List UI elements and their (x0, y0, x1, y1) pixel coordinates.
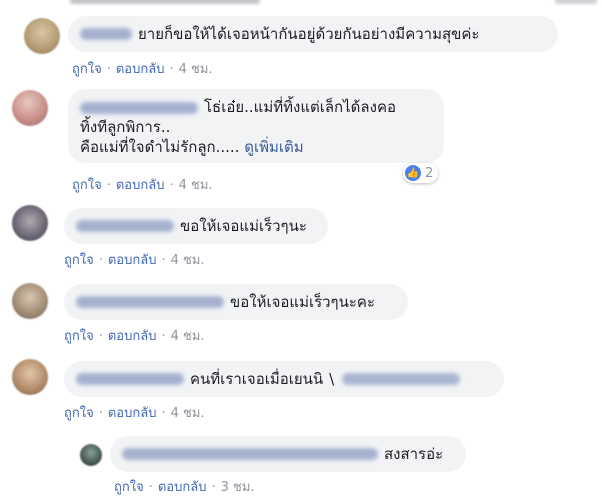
like-link[interactable]: ถูกใจ (72, 178, 102, 193)
comment-line: โธ่เอ๋ย..แม่ที่ทิ้งแต่เล็กได้ลงคอ (80, 97, 432, 117)
commenter-name[interactable] (122, 448, 378, 460)
reply-link[interactable]: ตอบกลับ (116, 178, 165, 193)
comment-text: โธ่เอ๋ย..แม่ที่ทิ้งแต่เล็กได้ลงคอ (204, 98, 396, 116)
timestamp[interactable]: 4 ชม. (179, 62, 213, 77)
timestamp[interactable]: 4 ชม. (171, 406, 205, 421)
thumbs-up-icon: 👍 (405, 165, 421, 181)
reaction-count[interactable]: 👍 2 (403, 163, 439, 183)
avatar[interactable] (12, 283, 48, 319)
commenter-name[interactable] (76, 373, 184, 385)
commenter-name[interactable] (76, 220, 174, 232)
comment-actions: ถูกใจ · ตอบกลับ · 4 ชม. (72, 178, 213, 193)
comment-actions: ถูกใจ · ตอบกลับ · 4 ชม. (72, 62, 213, 77)
comment-bubble: ขอให้เจอแม่เร็วๆนะ (64, 208, 328, 244)
comment-bubble: คนที่เราเจอเมื่อเยนนิ \ (64, 361, 504, 397)
reply-link[interactable]: ตอบกลับ (108, 253, 157, 268)
avatar[interactable] (12, 359, 48, 395)
comment-actions: ถูกใจ · ตอบกลับ · 4 ชม. (64, 406, 205, 421)
comment-line: คือแม่ที่ใจดำไม่รักลูก..... ดูเพิ่มเติม (80, 137, 432, 157)
timestamp[interactable]: 4 ชม. (179, 178, 213, 193)
avatar[interactable] (12, 205, 48, 241)
comment-bubble: ขอให้เจอแม่เร็วๆนะคะ (64, 284, 408, 320)
comment-actions: ถูกใจ · ตอบกลับ · 3 ชม. (114, 480, 255, 495)
comment-line: ทิ้งทีลูกพิการ.. (80, 118, 171, 136)
avatar[interactable] (24, 18, 60, 54)
reply-link[interactable]: ตอบกลับ (108, 329, 157, 344)
mention-separator: \ (329, 370, 335, 388)
reply-link[interactable]: ตอบกลับ (116, 62, 165, 77)
commenter-name[interactable] (76, 296, 224, 308)
blurred-text (555, 0, 597, 4)
comment-text: คือแม่ที่ใจดำไม่รักลูก..... (80, 138, 240, 156)
reaction-number: 2 (425, 165, 434, 181)
timestamp[interactable]: 4 ชม. (171, 329, 205, 344)
comment-actions: ถูกใจ · ตอบกลับ · 4 ชม. (64, 253, 205, 268)
comment-text: ยายก็ขอให้ได้เจอหน้ากันอยู่ด้วยกันอย่างม… (138, 25, 480, 43)
comment-text: ขอให้เจอแม่เร็วๆนะคะ (230, 293, 376, 311)
comment-bubble: โธ่เอ๋ย..แม่ที่ทิ้งแต่เล็กได้ลงคอ ทิ้งที… (68, 89, 444, 163)
comment-text: คนที่เราเจอเมื่อเยนนิ (190, 370, 324, 388)
timestamp[interactable]: 4 ชม. (171, 253, 205, 268)
like-link[interactable]: ถูกใจ (72, 62, 102, 77)
reply-link[interactable]: ตอบกลับ (108, 406, 157, 421)
previous-content-strip (0, 0, 602, 6)
comment-bubble: สงสารอ่ะ (110, 436, 466, 472)
avatar[interactable] (80, 444, 102, 466)
avatar[interactable] (12, 90, 48, 126)
like-link[interactable]: ถูกใจ (64, 406, 94, 421)
like-link[interactable]: ถูกใจ (64, 253, 94, 268)
comment-text: ขอให้เจอแม่เร็วๆนะ (180, 217, 307, 235)
see-more-link[interactable]: ดูเพิ่มเติม (244, 138, 303, 156)
like-link[interactable]: ถูกใจ (64, 329, 94, 344)
comment-text: สงสารอ่ะ (384, 445, 444, 463)
commenter-name[interactable] (80, 101, 198, 114)
blurred-text (70, 0, 260, 4)
commenter-name[interactable] (80, 28, 132, 40)
comment-bubble: ยายก็ขอให้ได้เจอหน้ากันอยู่ด้วยกันอย่างม… (68, 16, 558, 52)
mentioned-name[interactable] (342, 373, 461, 385)
comment-actions: ถูกใจ · ตอบกลับ · 4 ชม. (64, 329, 205, 344)
